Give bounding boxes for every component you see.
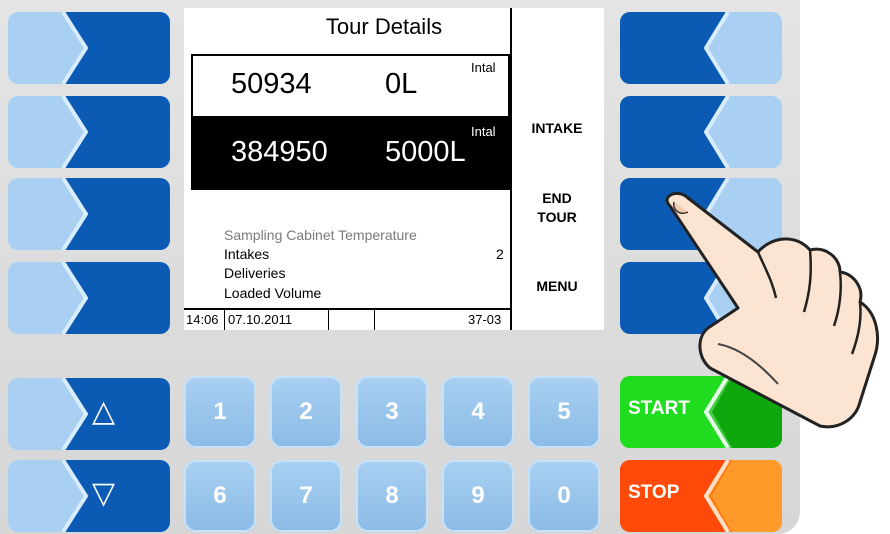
status-separator <box>374 310 375 330</box>
key-1[interactable]: 1 <box>184 376 256 448</box>
row-volume: 5000L <box>385 136 466 168</box>
row-type: Intal <box>471 60 496 75</box>
tour-label: TOUR <box>537 209 577 225</box>
stop-button[interactable]: STOP <box>620 460 782 532</box>
key-8[interactable]: 8 <box>356 460 428 532</box>
info-intakes: Intakes <box>224 246 270 262</box>
stop-label: STOP <box>628 482 680 503</box>
right-softkey-intake[interactable] <box>620 96 782 168</box>
key-7[interactable]: 7 <box>270 460 342 532</box>
status-separator <box>328 310 329 330</box>
row-type: Intal <box>471 124 496 139</box>
right-softkey-1[interactable] <box>620 12 782 84</box>
list-bottom-border <box>191 188 510 190</box>
status-separator <box>224 310 225 330</box>
down-arrow-icon: ▽ <box>92 477 116 510</box>
key-3[interactable]: 3 <box>356 376 428 448</box>
left-softkey-3[interactable] <box>8 178 170 250</box>
status-time: 14:06 <box>186 312 219 327</box>
info-sampling-temp: Sampling Cabinet Temperature <box>224 227 417 243</box>
screen-title: Tour Details <box>325 14 443 39</box>
status-bar: 14:06 07.10.2011 37-03 <box>184 308 510 330</box>
softkey-label-end-tour: END TOUR <box>516 189 598 227</box>
key-6[interactable]: 6 <box>184 460 256 532</box>
key-5[interactable]: 5 <box>528 376 600 448</box>
softkey-label-menu: MENU <box>536 278 578 294</box>
left-softkey-2[interactable] <box>8 96 170 168</box>
tour-row-2-selected[interactable]: 384950 5000L Intal <box>191 118 510 188</box>
key-9[interactable]: 9 <box>442 460 514 532</box>
display-screen: Tour Details 50934 0L Intal 384950 5000L… <box>184 8 604 330</box>
down-arrow-button[interactable]: ▽ <box>8 460 170 532</box>
intakes-count: 2 <box>496 246 504 262</box>
softkey-label-intake: INTAKE <box>531 120 583 136</box>
row-id: 50934 <box>231 68 312 100</box>
screen-divider <box>510 8 512 330</box>
end-label: END <box>542 190 572 206</box>
info-loaded-volume: Loaded Volume <box>224 285 322 301</box>
left-softkey-1[interactable] <box>8 12 170 84</box>
up-arrow-icon: △ <box>92 395 116 428</box>
up-arrow-button[interactable]: △ <box>8 378 170 450</box>
pointing-hand-icon <box>665 192 879 429</box>
status-date: 07.10.2011 <box>228 312 293 327</box>
tour-row-1[interactable]: 50934 0L Intal <box>191 54 510 118</box>
row-id: 384950 <box>231 136 328 168</box>
key-4[interactable]: 4 <box>442 376 514 448</box>
info-deliveries: Deliveries <box>224 265 286 281</box>
key-2[interactable]: 2 <box>270 376 342 448</box>
key-0[interactable]: 0 <box>528 460 600 532</box>
left-softkey-4[interactable] <box>8 262 170 334</box>
status-code: 37-03 <box>468 312 502 327</box>
row-volume: 0L <box>385 68 418 100</box>
